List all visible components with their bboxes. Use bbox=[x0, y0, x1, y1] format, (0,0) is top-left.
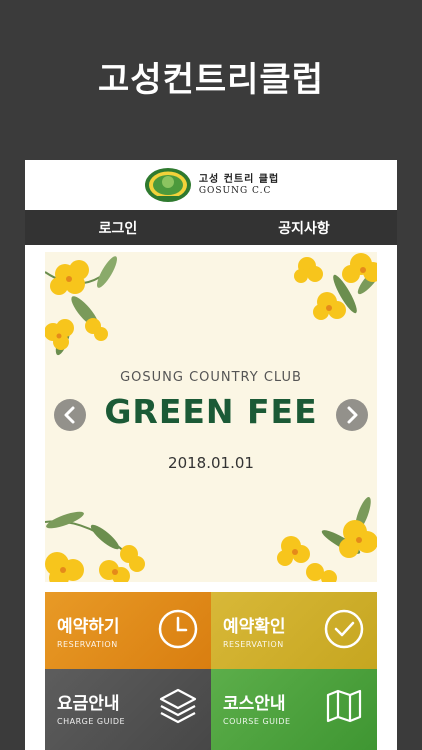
charge-guide-tile[interactable]: 요금안내 CHARGE GUIDE bbox=[45, 669, 211, 750]
tile-sublabel: CHARGE GUIDE bbox=[57, 717, 126, 726]
prev-slide-button[interactable] bbox=[54, 399, 86, 431]
logo-name-ko: 고성 컨트리 클럽 bbox=[198, 173, 280, 185]
tile-label: 예약확인 bbox=[223, 617, 286, 637]
notice-link[interactable]: 공지사항 bbox=[211, 210, 397, 245]
green-fee-banner[interactable]: GOSUNG COUNTRY CLUB GREEN FEE 2018.01.01 bbox=[45, 252, 377, 582]
chevron-right-icon bbox=[347, 406, 358, 424]
banner-title: GREEN FEE bbox=[104, 392, 318, 431]
tile-sublabel: RESERVATION bbox=[57, 640, 118, 649]
header: 고성 컨트리 클럽 GOSUNG C.C bbox=[25, 160, 397, 210]
phone-screen: 고성 컨트리 클럽 GOSUNG C.C 로그인 공지사항 GOSUNG COU… bbox=[25, 160, 397, 750]
banner-subtitle: GOSUNG COUNTRY CLUB bbox=[120, 370, 302, 385]
clock-icon bbox=[158, 609, 198, 649]
reservation-check-tile[interactable]: 예약확인 RESERVATION bbox=[211, 592, 377, 669]
logo-name-en: GOSUNG C.C bbox=[198, 185, 272, 196]
club-logo-icon[interactable] bbox=[143, 166, 193, 204]
tile-sublabel: COURSE GUIDE bbox=[223, 717, 291, 726]
tile-label: 예약하기 bbox=[57, 617, 120, 637]
menu-tiles: 예약하기 RESERVATION 예약확인 RESERVATION 요금안내 C… bbox=[45, 592, 377, 750]
chevron-left-icon bbox=[64, 406, 75, 424]
app-title: 고성컨트리클럽 bbox=[98, 60, 324, 100]
check-circle-icon bbox=[324, 609, 364, 649]
map-icon bbox=[326, 689, 362, 723]
reservation-tile[interactable]: 예약하기 RESERVATION bbox=[45, 592, 211, 669]
layers-icon bbox=[159, 688, 197, 724]
login-link[interactable]: 로그인 bbox=[25, 210, 211, 245]
course-guide-tile[interactable]: 코스안내 COURSE GUIDE bbox=[211, 669, 377, 750]
banner-date: 2018.01.01 bbox=[168, 454, 254, 472]
tile-sublabel: RESERVATION bbox=[223, 640, 284, 649]
next-slide-button[interactable] bbox=[336, 399, 368, 431]
tile-label: 요금안내 bbox=[57, 694, 120, 714]
logo-text: 고성 컨트리 클럽 GOSUNG C.C bbox=[199, 174, 279, 197]
top-nav: 로그인 공지사항 bbox=[25, 210, 397, 245]
tile-label: 코스안내 bbox=[223, 694, 286, 714]
